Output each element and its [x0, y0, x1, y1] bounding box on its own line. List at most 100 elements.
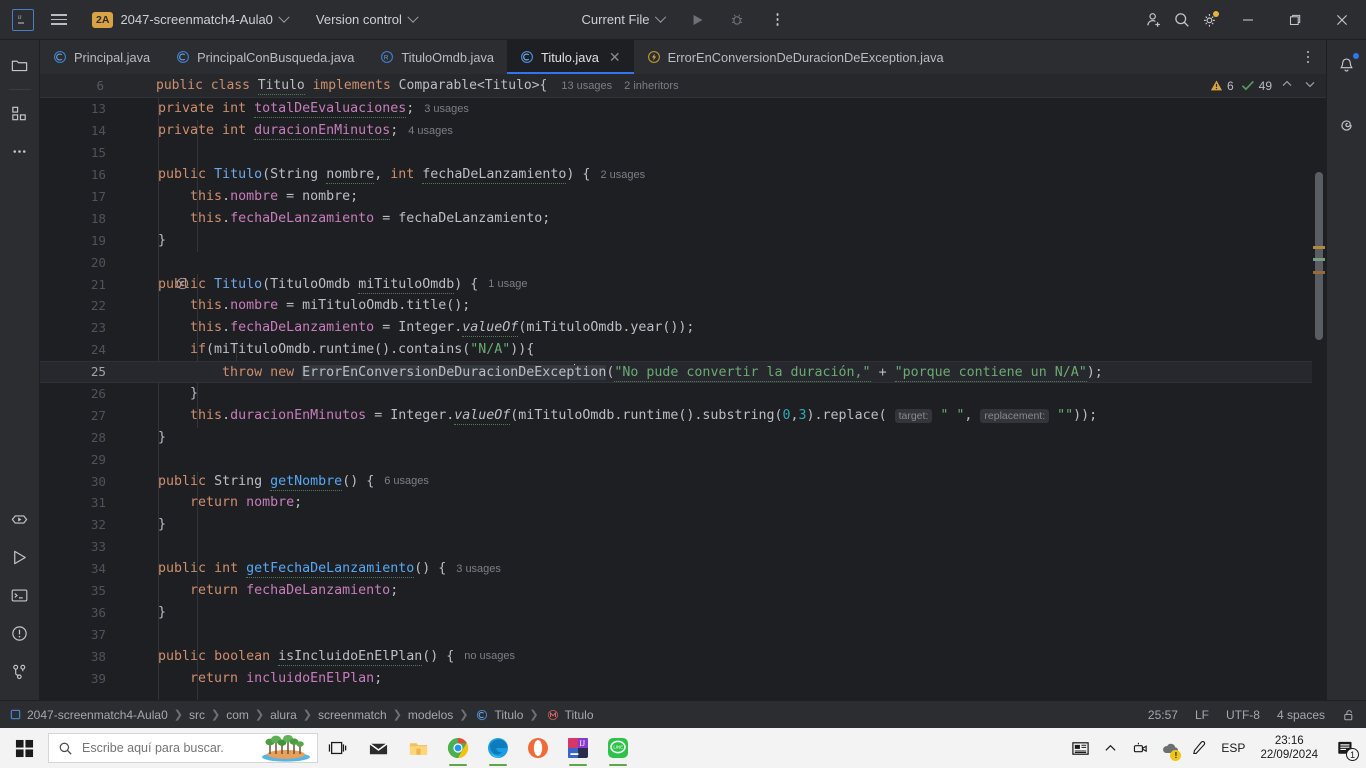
code-line[interactable]: 29: [40, 448, 1326, 470]
onedrive-tray-button[interactable]: !: [1156, 728, 1184, 768]
code-line[interactable]: 23 this.fechaDeLanzamiento = Integer.val…: [40, 317, 1326, 339]
breadcrumb-item[interactable]: com: [226, 708, 249, 722]
maximize-window-button[interactable]: [1272, 0, 1317, 40]
trees-island-icon[interactable]: [255, 734, 317, 762]
search-input[interactable]: [82, 741, 232, 755]
code-line[interactable]: 37: [40, 623, 1326, 645]
code-line[interactable]: 20: [40, 251, 1326, 273]
code-line[interactable]: 18 this.fechaDeLanzamiento = fechaDeLanz…: [40, 207, 1326, 229]
code-line[interactable]: 15: [40, 142, 1326, 164]
search-everywhere-button[interactable]: [1169, 7, 1195, 33]
clock-widget[interactable]: 23:16 22/09/2024: [1252, 734, 1326, 762]
error-stripe-warning-mark[interactable]: [1313, 246, 1325, 249]
breadcrumb-item[interactable]: alura: [270, 708, 297, 722]
usage-hint[interactable]: 3 usages: [456, 563, 501, 575]
code-line[interactable]: 16 public Titulo(String nombre, int fech…: [40, 164, 1326, 186]
editor-error-stripe[interactable]: [1312, 98, 1326, 700]
code-line[interactable]: 30 public String getNombre() { 6 usages: [40, 470, 1326, 492]
code-line[interactable]: 36 }: [40, 601, 1326, 623]
close-window-button[interactable]: [1319, 0, 1364, 40]
code-line[interactable]: 39 return incluidoEnElPlan;: [40, 667, 1326, 689]
editor-tab-errorenconversion[interactable]: ErrorEnConversionDeDuracionDeException.j…: [634, 40, 957, 74]
parameter-hint-replacement[interactable]: replacement:: [980, 408, 1050, 423]
usage-hint[interactable]: no usages: [464, 650, 515, 662]
debug-button[interactable]: [724, 7, 750, 33]
error-stripe-info-mark[interactable]: [1313, 258, 1325, 261]
version-control-widget[interactable]: Version control: [316, 11, 419, 27]
usage-hint[interactable]: 3 usages: [424, 103, 469, 115]
line-separator-widget[interactable]: LF: [1195, 708, 1209, 722]
indent-widget[interactable]: 4 spaces: [1277, 708, 1325, 722]
add-account-button[interactable]: [1141, 7, 1167, 33]
sidebar-item-structure[interactable]: [3, 96, 37, 130]
usage-hint[interactable]: 4 usages: [408, 125, 453, 137]
language-indicator[interactable]: ESP: [1216, 728, 1250, 768]
code-line[interactable]: 35 return fechaDeLanzamiento;: [40, 580, 1326, 602]
sticky-usages-label[interactable]: 13 usages: [561, 80, 612, 92]
sidebar-item-ai-assistant[interactable]: [1330, 108, 1364, 142]
sticky-inheritors-label[interactable]: 2 inheritors: [624, 80, 678, 92]
sidebar-item-version-control[interactable]: [3, 654, 37, 688]
main-menu-button[interactable]: [42, 3, 76, 37]
opera-button[interactable]: [518, 728, 558, 768]
code-line[interactable]: 31 return nombre;: [40, 492, 1326, 514]
ok-indicator[interactable]: 49: [1241, 79, 1272, 93]
breadcrumb-item[interactable]: 2047-screenmatch4-Aula0: [27, 708, 168, 722]
code-line[interactable]: 17 this.nombre = nombre;: [40, 186, 1326, 208]
code-line[interactable]: 26 }: [40, 383, 1326, 405]
sidebar-item-problems[interactable]: [3, 616, 37, 650]
code-line-current[interactable]: 25 throw new ErrorEnConversionDeDuracion…: [40, 360, 1326, 383]
task-view-button[interactable]: [318, 728, 358, 768]
show-hidden-icons-button[interactable]: [1096, 728, 1124, 768]
breadcrumb-item[interactable]: Titulo: [565, 708, 594, 722]
code-line[interactable]: 38 public boolean isIncluidoEnElPlan() {…: [40, 645, 1326, 667]
settings-button[interactable]: [1197, 7, 1223, 33]
sidebar-item-project[interactable]: [3, 48, 37, 82]
editor-tab-tituloomdb[interactable]: R TituloOmdb.java: [367, 40, 507, 74]
editor-tab-titulo[interactable]: Titulo.java ✕: [507, 40, 634, 74]
previous-highlight-button[interactable]: [1279, 78, 1295, 93]
read-only-toggle[interactable]: [1342, 708, 1356, 722]
next-highlight-button[interactable]: [1302, 78, 1318, 93]
code-line[interactable]: 33: [40, 536, 1326, 558]
code-line[interactable]: 19 }: [40, 229, 1326, 251]
intellij-idea-button[interactable]: IJ: [558, 728, 598, 768]
code-line[interactable]: 28 }: [40, 426, 1326, 448]
taskbar-search-box[interactable]: [48, 733, 318, 763]
sidebar-item-more[interactable]: [3, 134, 37, 168]
sidebar-item-run[interactable]: [3, 540, 37, 574]
tab-list-options-button[interactable]: [1295, 44, 1321, 70]
minimize-window-button[interactable]: [1225, 0, 1270, 40]
sidebar-item-notifications[interactable]: [1330, 48, 1364, 82]
code-line[interactable]: 32 }: [40, 514, 1326, 536]
parameter-hint-target[interactable]: target:: [894, 408, 933, 423]
encoding-widget[interactable]: UTF-8: [1226, 708, 1260, 722]
editor-tab-principalconbusqueda[interactable]: PrincipalConBusqueda.java: [163, 40, 367, 74]
code-editor[interactable]: 13 private int totalDeEvaluaciones; 3 us…: [40, 98, 1326, 700]
breadcrumb-item[interactable]: src: [189, 708, 205, 722]
code-line[interactable]: 21 public Titulo(TituloOmdb miTituloOmdb…: [40, 273, 1326, 295]
warning-indicator[interactable]: 6: [1210, 79, 1234, 93]
code-line[interactable]: 24 if(miTituloOmdb.runtime().contains("N…: [40, 339, 1326, 361]
error-stripe-warning-mark[interactable]: [1313, 271, 1325, 274]
code-line[interactable]: 13 private int totalDeEvaluaciones; 3 us…: [40, 98, 1326, 120]
caret-position-widget[interactable]: 25:57: [1148, 708, 1178, 722]
run-configuration-selector[interactable]: Current File: [576, 9, 671, 30]
code-line[interactable]: 27 this.duracionEnMinutos = Integer.valu…: [40, 404, 1326, 426]
usage-hint[interactable]: 2 usages: [600, 169, 645, 181]
mail-app-button[interactable]: [358, 728, 398, 768]
sidebar-item-services[interactable]: [3, 502, 37, 536]
breadcrumb-item[interactable]: screenmatch: [318, 708, 387, 722]
run-button[interactable]: [684, 7, 710, 33]
code-line[interactable]: 22 this.nombre = miTituloOmdb.title();: [40, 295, 1326, 317]
sidebar-item-terminal[interactable]: [3, 578, 37, 612]
close-tab-icon[interactable]: ✕: [609, 50, 621, 64]
breadcrumb-item[interactable]: modelos: [408, 708, 453, 722]
camera-tray-button[interactable]: [1126, 728, 1154, 768]
microsoft-edge-button[interactable]: [478, 728, 518, 768]
code-line[interactable]: 14 private int duracionEnMinutos; 4 usag…: [40, 120, 1326, 142]
pen-tray-button[interactable]: [1186, 728, 1214, 768]
line-app-button[interactable]: LINE: [598, 728, 638, 768]
more-run-options-button[interactable]: [764, 7, 790, 33]
usage-hint[interactable]: 1 usage: [488, 278, 527, 290]
